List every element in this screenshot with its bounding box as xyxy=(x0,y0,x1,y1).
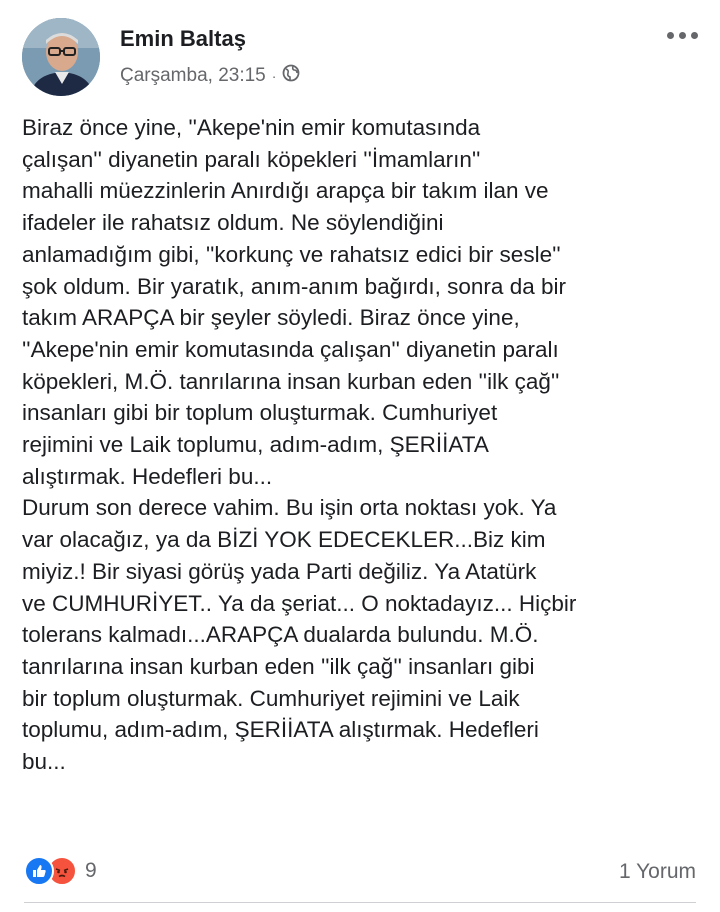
post-text-line: var olacağız, ya da BİZİ YOK EDECEKLER..… xyxy=(22,527,546,553)
post-text-line: bu... xyxy=(22,749,66,775)
post-meta: Çarşamba, 23:15 · xyxy=(120,64,300,88)
post-text-line: toplumu, adım-adım, ŞERİİATA alıştırmak.… xyxy=(22,717,539,743)
avatar[interactable] xyxy=(22,18,100,96)
post-text: Biraz önce yine, ''Akepe'nin emir komuta… xyxy=(22,112,698,778)
profile-photo xyxy=(22,18,100,96)
post-text-line: ve CUMHURİYET.. Ya da şeriat... O noktad… xyxy=(22,590,577,616)
post-header: Emin Baltaş Çarşamba, 23:15 · xyxy=(22,18,698,98)
post-text-line: tanrılarına insan kurban eden ''ilk çağ'… xyxy=(22,653,535,679)
post-text-line: anlamadığım gibi, ''korkunç ve rahatsız … xyxy=(22,241,561,267)
post-text-line: mahalli müezzinlerin Anırdığı arapça bir… xyxy=(22,178,549,204)
like-icon xyxy=(24,856,54,886)
post-text-line: tolerans kalmadı...ARAPÇA dualarda bulun… xyxy=(22,622,539,648)
divider xyxy=(24,902,696,903)
post-text-line: şok oldum. Bir yaratık, anım-anım bağırd… xyxy=(22,273,566,299)
post-text-line: Biraz önce yine, ''Akepe'nin emir komuta… xyxy=(22,115,481,140)
post-text-line: insanları gibi bir toplum oluşturmak. Cu… xyxy=(22,400,498,426)
author-name[interactable]: Emin Baltaş xyxy=(120,26,246,52)
post-text-line: Durum son derece vahim. Bu işin orta nok… xyxy=(22,495,557,521)
post-footer: 9 1 Yorum xyxy=(24,856,696,896)
reactions-summary[interactable]: 9 xyxy=(24,856,97,886)
facebook-post: Emin Baltaş Çarşamba, 23:15 · Biraz önce… xyxy=(0,0,720,912)
post-text-line: çalışan'' diyanetin paralı köpekleri ''İ… xyxy=(22,146,481,172)
globe-icon[interactable] xyxy=(282,64,300,88)
post-timestamp[interactable]: Çarşamba, 23:15 xyxy=(120,65,266,87)
post-text-line: alıştırmak. Hedefleri bu... xyxy=(22,463,273,489)
post-text-line: köpekleri, M.Ö. tanrılarına insan kurban… xyxy=(22,368,560,394)
post-text-line: bir toplum oluşturmak. Cumhuriyet rejimi… xyxy=(22,685,520,711)
post-text-line: takım ARAPÇA bir şeyler söyledi. Biraz ö… xyxy=(22,305,520,331)
meta-separator: · xyxy=(271,68,277,84)
post-text-line: ifadeler ile rahatsız oldum. Ne söylendi… xyxy=(22,210,444,236)
post-text-line: ''Akepe'nin emir komutasında çalışan'' d… xyxy=(22,336,559,362)
post-text-line: miyiz.! Bir siyasi görüş yada Parti deği… xyxy=(22,558,537,584)
comment-count-link[interactable]: 1 Yorum xyxy=(619,860,696,884)
post-text-line: rejimini ve Laik toplumu, adım-adım, ŞER… xyxy=(22,432,489,458)
more-options-icon[interactable] xyxy=(667,32,698,39)
reaction-count: 9 xyxy=(85,859,97,882)
